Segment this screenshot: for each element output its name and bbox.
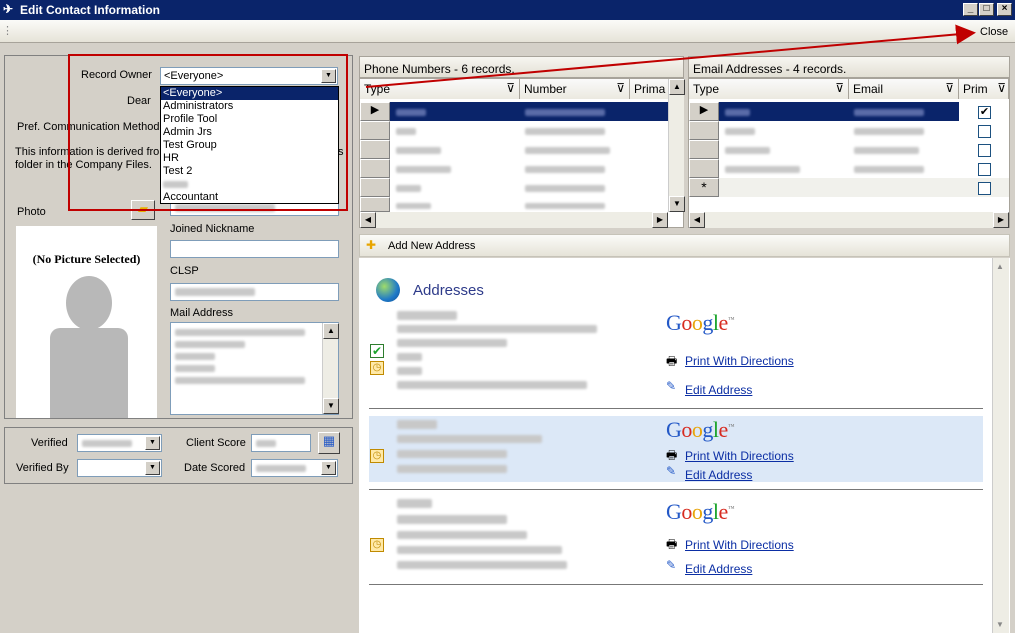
annotation-arrow — [365, 24, 976, 88]
